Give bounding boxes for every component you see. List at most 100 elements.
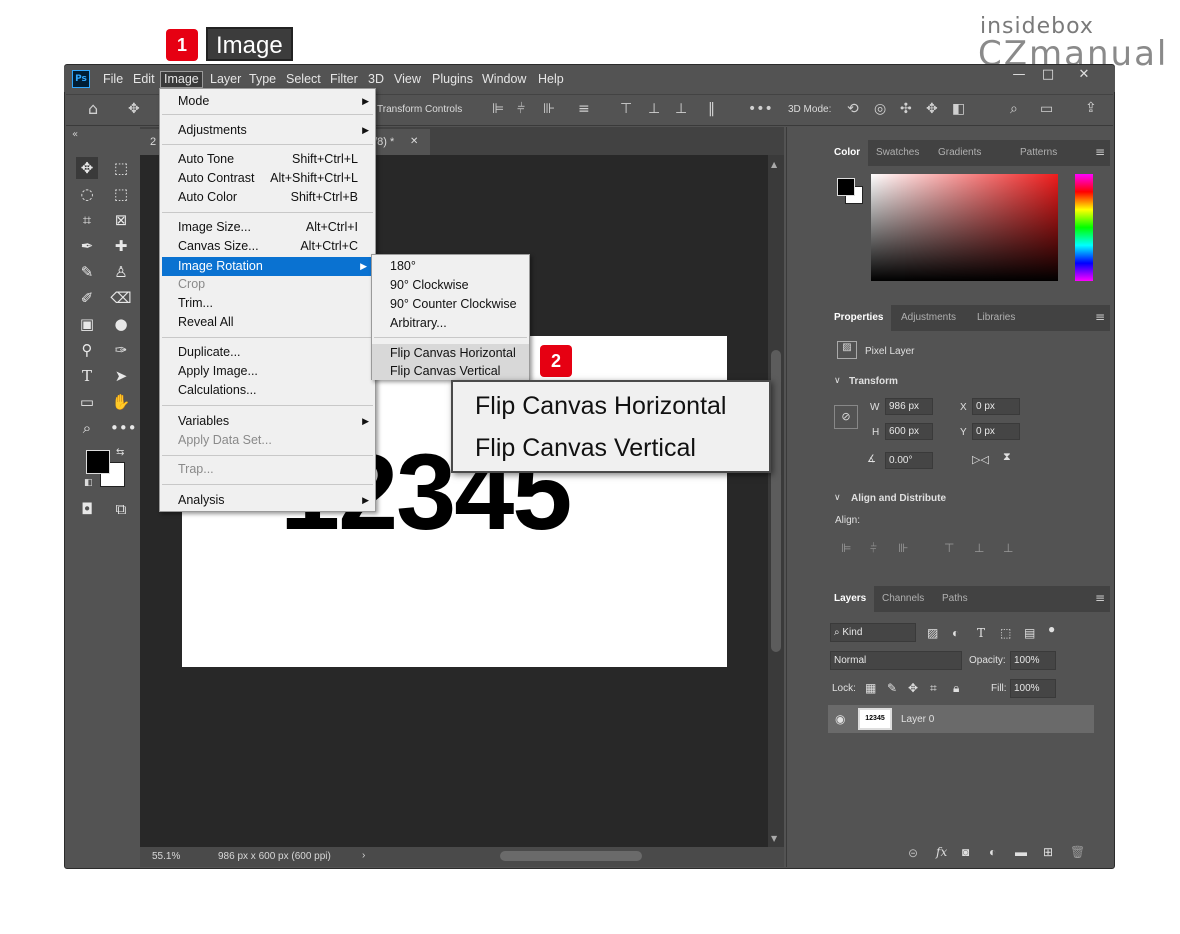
default-colors-icon[interactable]: ◧ <box>84 478 93 488</box>
menu-item-apply-image[interactable]: Apply Image... <box>160 362 375 381</box>
layer-filter-kind[interactable]: ⌕ Kind <box>830 623 916 642</box>
zoom-tool-icon[interactable]: ⌕ <box>76 417 98 439</box>
gradient-tool-icon[interactable]: ▣ <box>76 313 98 335</box>
width-input[interactable]: 986 px <box>885 398 933 415</box>
menu-edit[interactable]: Edit <box>130 71 158 88</box>
filter-type-icon[interactable]: T <box>977 626 985 640</box>
layer-visibility-icon[interactable]: ◉ <box>835 712 845 726</box>
blur-tool-icon[interactable]: ● <box>110 313 132 335</box>
tab-close-icon[interactable]: ✕ <box>410 129 418 155</box>
menu-item-rotate-90-cw[interactable]: 90° Clockwise <box>372 276 529 295</box>
more-options-icon[interactable]: ••• <box>748 102 773 116</box>
align-bottom-icon[interactable]: ⊥ <box>675 102 687 116</box>
tab-layers[interactable]: Layers <box>826 586 875 612</box>
properties-panel-menu-icon[interactable]: ≡ <box>1095 310 1105 324</box>
brush-tool-icon[interactable]: ✎ <box>76 261 98 283</box>
maximize-button[interactable]: □ <box>1034 66 1062 84</box>
menu-item-adjustments[interactable]: Adjustments ▶ <box>160 121 375 140</box>
fill-input[interactable]: 100% <box>1010 679 1056 698</box>
3d-camera-icon[interactable]: ◧ <box>952 102 965 116</box>
distribute-icon[interactable]: ≡ <box>578 102 590 116</box>
zoom-level[interactable]: 55.1% <box>152 851 180 862</box>
align-chevron-icon[interactable]: ∨ <box>834 492 841 503</box>
eyedropper-icon[interactable]: ✒ <box>76 235 98 257</box>
hue-slider[interactable] <box>1075 174 1093 281</box>
home-icon[interactable]: ⌂ <box>88 101 98 117</box>
tab-swatches[interactable]: Swatches <box>868 140 927 166</box>
menu-type[interactable]: Type <box>246 71 279 88</box>
y-input[interactable]: 0 px <box>972 423 1020 440</box>
filter-pixel-icon[interactable]: ▨ <box>927 626 938 640</box>
menu-help[interactable]: Help <box>535 71 567 88</box>
path-select-icon[interactable]: ➤ <box>110 365 132 387</box>
opacity-input[interactable]: 100% <box>1010 651 1056 670</box>
tab-properties[interactable]: Properties <box>826 305 892 331</box>
menu-item-rotate-90-ccw[interactable]: 90° Counter Clockwise <box>372 295 529 314</box>
tab-color[interactable]: Color <box>826 140 869 166</box>
new-adjustment-icon[interactable]: ◐ <box>989 845 996 859</box>
color-fg-swatch[interactable] <box>837 178 855 196</box>
tab-adjustments[interactable]: Adjustments <box>893 305 964 331</box>
flip-horizontal-icon[interactable]: ▷◁ <box>972 453 989 466</box>
frame-tool-icon[interactable]: ⊠ <box>110 209 132 231</box>
eraser-tool-icon[interactable]: ⌫ <box>110 287 132 309</box>
color-field[interactable] <box>871 174 1058 281</box>
healing-brush-icon[interactable]: ✚ <box>110 235 132 257</box>
transform-section-title[interactable]: Transform <box>849 376 898 387</box>
3d-orbit-icon[interactable]: ⟲ <box>847 102 859 116</box>
more-tools-icon[interactable]: ••• <box>110 417 137 439</box>
scroll-down-icon[interactable]: ▼ <box>771 834 777 843</box>
align-top-icon[interactable]: ⊤ <box>620 102 632 116</box>
workspace-icon[interactable]: ▭ <box>1040 102 1053 116</box>
fx-icon[interactable]: fx <box>936 845 947 859</box>
menu-item-auto-contrast[interactable]: Auto Contrast Alt+Shift+Ctrl+L <box>160 169 375 188</box>
menu-item-image-size[interactable]: Image Size... Alt+Ctrl+I <box>160 218 375 237</box>
minimize-button[interactable]: — <box>1005 66 1033 84</box>
menu-select[interactable]: Select <box>283 71 324 88</box>
move-tool-icon[interactable]: ✥ <box>128 102 140 116</box>
3d-pan-icon[interactable]: ✣ <box>900 102 912 116</box>
align-middle-icon[interactable]: ⊥ <box>648 102 660 116</box>
tab-patterns[interactable]: Patterns <box>1012 140 1065 166</box>
lock-transparent-icon[interactable]: ▦ <box>865 681 876 695</box>
marquee-tool-icon[interactable]: ⬚ <box>110 157 132 179</box>
history-brush-icon[interactable]: ✐ <box>76 287 98 309</box>
menu-item-mode[interactable]: Mode ▶ <box>160 92 375 111</box>
transform-chevron-icon[interactable]: ∨ <box>834 375 841 386</box>
menu-3d[interactable]: 3D <box>365 71 387 88</box>
stamp-tool-icon[interactable]: ♙ <box>110 261 132 283</box>
pen-tool-icon[interactable]: ✑ <box>110 339 132 361</box>
menu-item-calculations[interactable]: Calculations... <box>160 381 375 400</box>
lasso-tool-icon[interactable]: ◌ <box>76 183 98 205</box>
type-tool-icon[interactable]: T <box>76 365 98 387</box>
panel-align-bottom-icon[interactable]: ⊥ <box>1003 541 1013 555</box>
lock-position-icon[interactable]: ✥ <box>908 681 918 695</box>
lock-artboard-icon[interactable]: ⌗ <box>930 681 937 696</box>
menu-plugins[interactable]: Plugins <box>429 71 476 88</box>
dodge-tool-icon[interactable]: ⚲ <box>76 339 98 361</box>
status-arrow-icon[interactable]: › <box>362 850 365 861</box>
menu-item-canvas-size[interactable]: Canvas Size... Alt+Ctrl+C <box>160 237 375 256</box>
object-select-icon[interactable]: ⬚ <box>110 183 132 205</box>
menu-item-duplicate[interactable]: Duplicate... <box>160 343 375 362</box>
panel-align-center-icon[interactable]: ⫩ <box>870 541 877 556</box>
quick-mask-icon[interactable]: ◘ <box>76 498 98 520</box>
foreground-color-swatch[interactable] <box>86 450 110 474</box>
lock-all-icon[interactable]: 🔒︎ <box>953 681 959 696</box>
align-left-icon[interactable]: ⊫ <box>492 102 504 116</box>
screen-mode-icon[interactable]: ⧉ <box>110 498 132 520</box>
tab-libraries[interactable]: Libraries <box>969 305 1023 331</box>
menu-layer[interactable]: Layer <box>207 71 244 88</box>
share-icon[interactable]: ⇪ <box>1085 101 1097 115</box>
menu-item-trim[interactable]: Trim... <box>160 294 375 313</box>
add-mask-icon[interactable]: ◙ <box>962 845 969 859</box>
move-tool-icon[interactable]: ✥ <box>76 157 98 179</box>
lock-image-icon[interactable]: ✎ <box>887 681 897 695</box>
blend-mode-select[interactable]: Normal <box>830 651 962 670</box>
hand-tool-icon[interactable]: ✋ <box>110 391 132 413</box>
panel-align-top-icon[interactable]: ⊤ <box>944 541 954 555</box>
close-button[interactable]: ✕ <box>1070 66 1098 84</box>
menu-item-auto-color[interactable]: Auto Color Shift+Ctrl+B <box>160 188 375 207</box>
panel-align-right-icon[interactable]: ⊪ <box>898 541 908 555</box>
menu-item-rotate-180[interactable]: 180° <box>372 257 529 276</box>
